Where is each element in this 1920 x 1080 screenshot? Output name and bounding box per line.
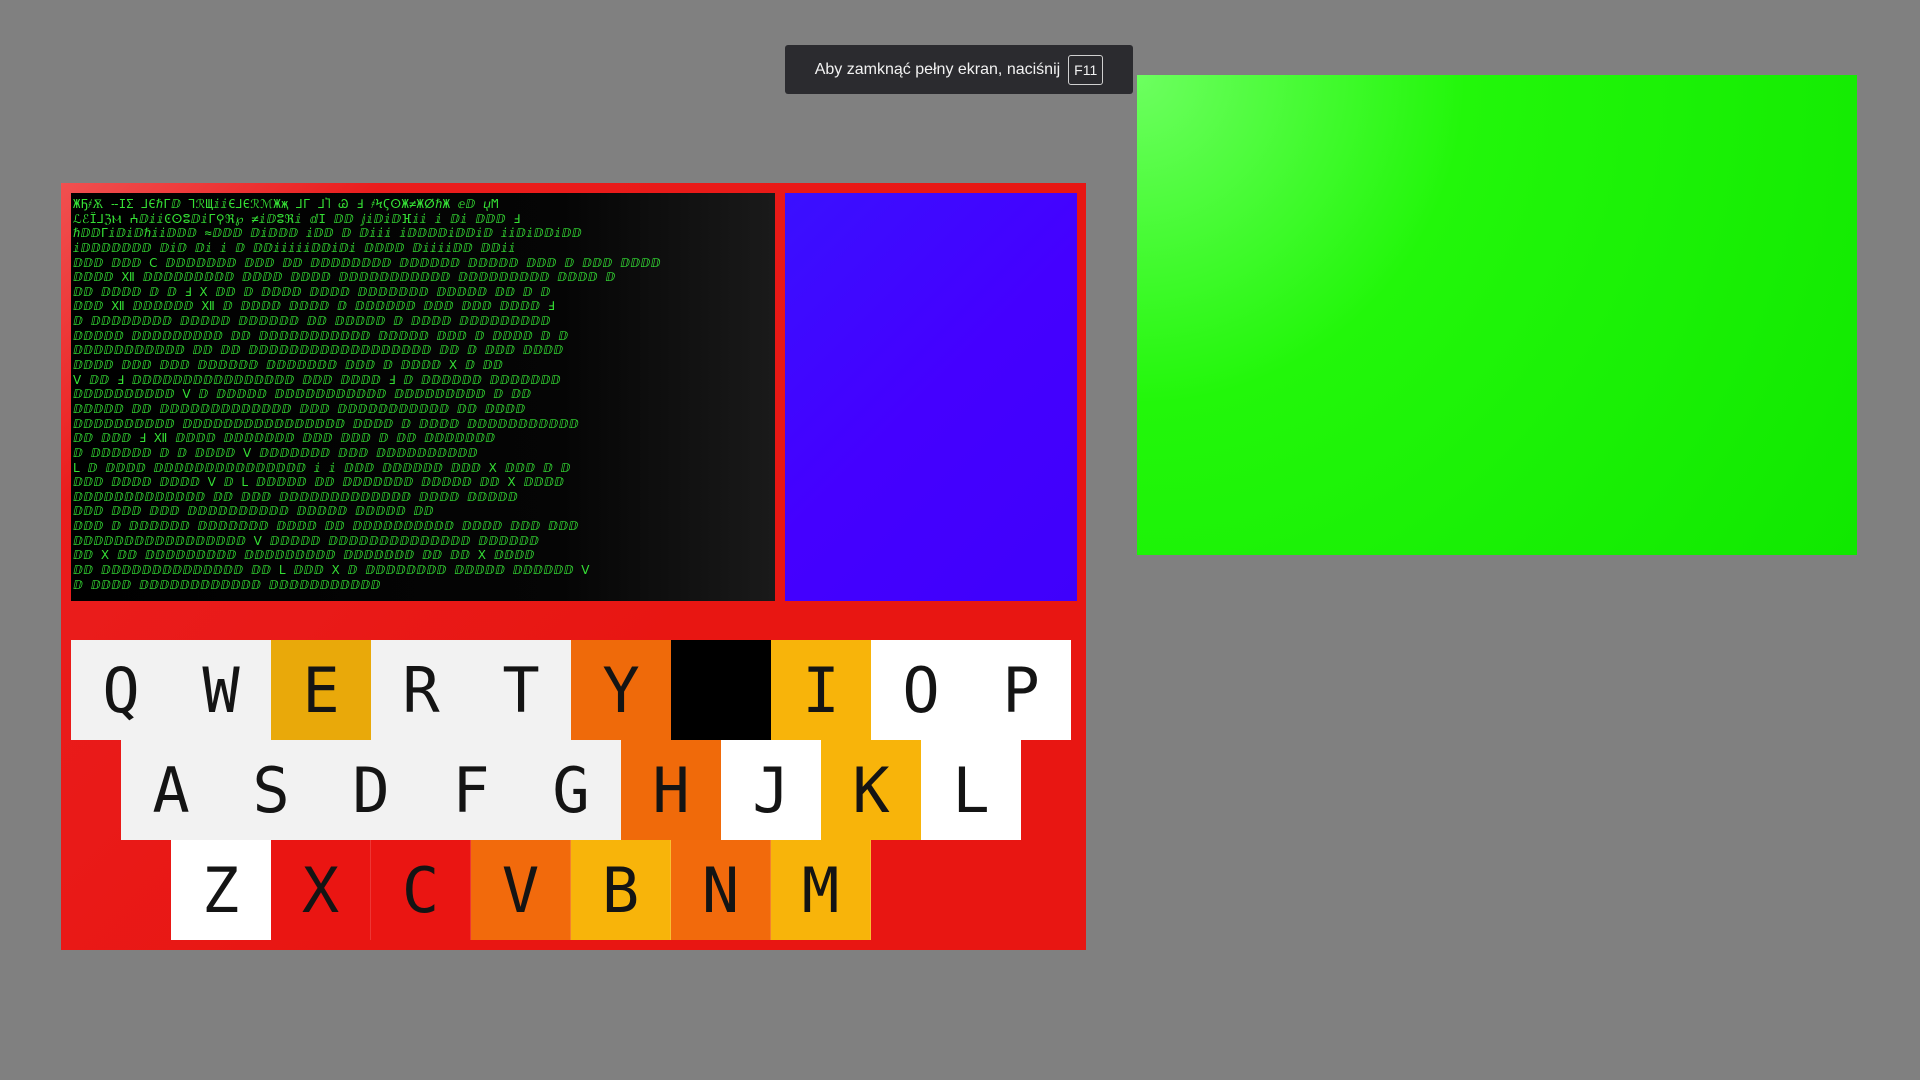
key-label: L — [952, 753, 990, 827]
fullscreen-notice-text: Aby zamknąć pełny ekran, naciśnij — [814, 60, 1061, 78]
fullscreen-exit-notice: Aby zamknąć pełny ekran, naciśnij F11 — [785, 45, 1133, 94]
blue-panel — [785, 193, 1077, 601]
key-label: O — [902, 653, 940, 727]
terminal-line: ЖҔ҂Ѫ ⵧΙΣ ⅃ЄℏΓⅅ ⅂ℛЩⅈⅈЄ⅃ЄℛℳЖҗ ⅃Γ ⅃Ⴈ Ꮚ Ⅎ ҂Ϟ… — [73, 197, 499, 211]
terminal-line: ⅅⅅⅅⅅⅅ ⅅⅅⅅⅅⅅⅅⅅⅅⅅ ⅅⅅ ⅅⅅⅅⅅⅅⅅⅅⅅⅅⅅⅅ ⅅⅅⅅⅅⅅ ⅅⅅⅅ… — [73, 328, 569, 343]
key-b[interactable]: B — [571, 840, 671, 940]
key-d[interactable]: D — [321, 740, 421, 840]
key-label: G — [552, 753, 590, 827]
key-q[interactable]: Q — [71, 640, 171, 740]
terminal-line: ⅅⅅⅅ ⅅⅅⅅⅅ ⅅⅅⅅⅅ Ⅴ ⅅ Ⅼ ⅅⅅⅅⅅⅅ ⅅⅅ ⅅⅅⅅⅅⅅⅅⅅ ⅅⅅⅅ… — [73, 475, 565, 490]
terminal-line: ⅅⅅⅅⅅ ⅅⅅⅅ ⅅⅅⅅ ⅅⅅⅅⅅⅅⅅ ⅅⅅⅅⅅⅅⅅⅅ ⅅⅅⅅ ⅅ ⅅⅅⅅⅅ Ⅹ… — [73, 358, 504, 373]
key-x[interactable]: X — [271, 840, 371, 940]
key-label: N — [701, 853, 740, 927]
terminal-line: ⅅⅅⅅⅅⅅⅅⅅⅅⅅⅅ ⅅⅅⅅⅅⅅⅅⅅⅅⅅⅅⅅⅅⅅⅅⅅⅅ ⅅⅅⅅⅅ ⅅ ⅅⅅⅅⅅ … — [73, 416, 579, 431]
key-label: P — [1002, 653, 1040, 727]
terminal-line: ⅅⅅⅅ Ⅻ ⅅⅅⅅⅅⅅⅅ Ⅻ ⅅ ⅅⅅⅅⅅ ⅅⅅⅅⅅ ⅅ ⅅⅅⅅⅅⅅⅅ ⅅⅅⅅ … — [73, 299, 555, 314]
key-p[interactable]: P — [971, 640, 1071, 740]
key-f[interactable]: F — [421, 740, 521, 840]
key-o[interactable]: O — [871, 640, 971, 740]
key-e[interactable]: E — [271, 640, 371, 740]
key-t[interactable]: T — [471, 640, 571, 740]
key-label: K — [852, 753, 890, 827]
key-label: E — [302, 653, 340, 727]
key-label: F — [452, 753, 490, 827]
key-z[interactable]: Z — [171, 840, 271, 940]
key-label: W — [202, 653, 240, 727]
key-label: Q — [102, 653, 140, 727]
key-g[interactable]: G — [521, 740, 621, 840]
terminal-line: ⅅⅅ ⅅⅅⅅ Ⅎ Ⅻ ⅅⅅⅅⅅ ⅅⅅⅅⅅⅅⅅⅅ ⅅⅅⅅ ⅅⅅⅅ ⅅ ⅅⅅ ⅅⅅⅅ… — [73, 431, 496, 446]
terminal-line: ⅅⅅⅅⅅⅅⅅⅅⅅⅅⅅ Ⅴ ⅅ ⅅⅅⅅⅅⅅ ⅅⅅⅅⅅⅅⅅⅅⅅⅅⅅⅅ ⅅⅅⅅⅅⅅⅅⅅ… — [73, 387, 532, 402]
key-label: Y — [602, 653, 640, 727]
key-label: B — [601, 853, 640, 927]
key-l[interactable]: L — [921, 740, 1021, 840]
terminal-line: ⅅⅅ ⅅⅅⅅⅅ ⅅ ⅅ Ⅎ Ⅹ ⅅⅅ ⅅ ⅅⅅⅅⅅ ⅅⅅⅅⅅ ⅅⅅⅅⅅⅅⅅⅅ ⅅ… — [73, 284, 551, 299]
key-a[interactable]: A — [121, 740, 221, 840]
key-label: J — [752, 753, 790, 827]
key-label: A — [152, 753, 190, 827]
terminal-line: ⅅⅅⅅⅅⅅⅅⅅⅅⅅⅅⅅ ⅅⅅ ⅅⅅ ⅅⅅⅅⅅⅅⅅⅅⅅⅅⅅⅅⅅⅅⅅⅅⅅⅅⅅ ⅅⅅ … — [73, 343, 564, 358]
key-h[interactable]: H — [621, 740, 721, 840]
key-y[interactable]: Y — [571, 640, 671, 740]
terminal-line: ⅅⅅⅅ ⅅⅅⅅ ⅅⅅⅅ ⅅⅅⅅⅅⅅⅅⅅⅅⅅⅅ ⅅⅅⅅⅅⅅ ⅅⅅⅅⅅⅅ ⅅⅅ — [73, 504, 434, 519]
key-v[interactable]: V — [471, 840, 571, 940]
terminal-line: ⅅⅅⅅⅅⅅⅅⅅⅅⅅⅅⅅⅅⅅⅅⅅⅅⅅ Ⅴ ⅅⅅⅅⅅⅅ ⅅⅅⅅⅅⅅⅅⅅⅅⅅⅅⅅⅅⅅⅅ… — [73, 533, 540, 548]
key-c[interactable]: C — [371, 840, 471, 940]
key-label: S — [252, 753, 290, 827]
terminal-line: ⅅ ⅅⅅⅅⅅⅅⅅⅅⅅ ⅅⅅⅅⅅⅅ ⅅⅅⅅⅅⅅⅅ ⅅⅅ ⅅⅅⅅⅅⅅ ⅅ ⅅⅅⅅⅅ … — [73, 314, 551, 329]
key-i[interactable]: I — [771, 640, 871, 740]
key-label: T — [502, 653, 540, 727]
key-k[interactable]: K — [821, 740, 921, 840]
key-j[interactable]: J — [721, 740, 821, 840]
key-u[interactable] — [671, 640, 771, 740]
terminal-line: ⅅⅅⅅ ⅅ ⅅⅅⅅⅅⅅⅅ ⅅⅅⅅⅅⅅⅅⅅ ⅅⅅⅅⅅ ⅅⅅ ⅅⅅⅅⅅⅅⅅⅅⅅⅅⅅ … — [73, 519, 579, 534]
key-label: M — [801, 853, 840, 927]
terminal-output: ЖҔ҂Ѫ ⵧΙΣ ⅃ЄℏΓⅅ ⅂ℛЩⅈⅈЄ⅃ЄℛℳЖҗ ⅃Γ ⅃Ⴈ Ꮚ Ⅎ ҂Ϟ… — [71, 193, 775, 601]
f11-key-badge: F11 — [1068, 54, 1104, 85]
app-frame: ЖҔ҂Ѫ ⵧΙΣ ⅃ЄℏΓⅅ ⅂ℛЩⅈⅈЄ⅃ЄℛℳЖҗ ⅃Γ ⅃Ⴈ Ꮚ Ⅎ ҂Ϟ… — [61, 183, 1086, 950]
key-label: Z — [201, 853, 240, 927]
terminal-line: ⅅⅅⅅⅅⅅ ⅅⅅ ⅅⅅⅅⅅⅅⅅⅅⅅⅅⅅⅅⅅⅅ ⅅⅅⅅ ⅅⅅⅅⅅⅅⅅⅅⅅⅅⅅⅅ ⅅ… — [73, 401, 526, 416]
key-s[interactable]: S — [221, 740, 321, 840]
key-label: D — [352, 753, 390, 827]
terminal-line: ℒℰЇ⅃ℨⲘ ⵄⅅⅈⅈϾⵙⵓⅅⅈΓ⚲ℜ℘ ≠ⅈⅅⵓℜⅈ ⅆΙ ⅅⅅ ⅉⅈⅅⅈⅅⴼ… — [73, 211, 521, 226]
terminal-line: ℏⅅⅅΓⅈⅅⅈⅅℏⅈⅈⅅⅅⅅ ≈ⅅⅅⅅ ⅅⅈⅅⅅⅅ ⅈⅅⅅ ⅅ ⅅⅈⅈⅈ ⅈⅅⅅ… — [73, 226, 582, 241]
key-m[interactable]: M — [771, 840, 871, 940]
terminal-line: ⅅⅅⅅⅅⅅⅅⅅⅅⅅⅅⅅⅅⅅ ⅅⅅ ⅅⅅⅅ ⅅⅅⅅⅅⅅⅅⅅⅅⅅⅅⅅⅅⅅ ⅅⅅⅅⅅ … — [73, 489, 518, 504]
key-w[interactable]: W — [171, 640, 271, 740]
terminal-line: ⅅ ⅅⅅⅅⅅⅅⅅ ⅅ ⅅ ⅅⅅⅅⅅ Ⅴ ⅅⅅⅅⅅⅅⅅⅅ ⅅⅅⅅ ⅅⅅⅅⅅⅅⅅⅅⅅ… — [73, 445, 478, 460]
key-label: H — [652, 753, 690, 827]
key-r[interactable]: R — [371, 640, 471, 740]
key-label: R — [402, 653, 440, 727]
key-label: X — [301, 853, 340, 927]
key-label: V — [501, 853, 540, 927]
key-label: I — [802, 653, 840, 727]
terminal-line: ⅅⅅ ⅅⅅⅅⅅⅅⅅⅅⅅⅅⅅⅅⅅⅅⅅ ⅅⅅ Ⅼ ⅅⅅⅅ Ⅹ ⅅ ⅅⅅⅅⅅⅅⅅⅅⅅ … — [73, 563, 590, 578]
key-n[interactable]: N — [671, 840, 771, 940]
green-panel — [1137, 75, 1857, 555]
terminal-line: ⅅⅅ Ⅹ ⅅⅅ ⅅⅅⅅⅅⅅⅅⅅⅅⅅ ⅅⅅⅅⅅⅅⅅⅅⅅⅅ ⅅⅅⅅⅅⅅⅅⅅ ⅅⅅ ⅅ… — [73, 548, 535, 563]
terminal-line: ⅅⅅⅅⅅ Ⅻ ⅅⅅⅅⅅⅅⅅⅅⅅⅅ ⅅⅅⅅⅅ ⅅⅅⅅⅅ ⅅⅅⅅⅅⅅⅅⅅⅅⅅⅅⅅ ⅅ… — [73, 270, 616, 285]
terminal-line: ⅈⅅⅅⅅⅅⅅⅅⅅ ⅅⅈⅅ ⅅⅈ ⅈ ⅅ ⅅⅅⅈⅈⅈⅈⅈⅅⅅⅈⅅⅈ ⅅⅅⅅⅅ ⅅⅈ… — [73, 240, 516, 255]
terminal-line: Ⅴ ⅅⅅ Ⅎ ⅅⅅⅅⅅⅅⅅⅅⅅⅅⅅⅅⅅⅅⅅⅅⅅ ⅅⅅⅅ ⅅⅅⅅⅅ Ⅎ ⅅ ⅅⅅⅅ… — [73, 372, 561, 387]
key-label: C — [401, 853, 440, 927]
terminal-line: ⅅ ⅅⅅⅅⅅ ⅅⅅⅅⅅⅅⅅⅅⅅⅅⅅⅅⅅ ⅅⅅⅅⅅⅅⅅⅅⅅⅅⅅⅅ — [73, 577, 381, 592]
terminal-line: ⅅⅅⅅ ⅅⅅⅅ Ⅽ ⅅⅅⅅⅅⅅⅅⅅ ⅅⅅⅅ ⅅⅅ ⅅⅅⅅⅅⅅⅅⅅⅅ ⅅⅅⅅⅅⅅⅅ… — [73, 255, 661, 270]
terminal-line: Ⅼ ⅅ ⅅⅅⅅⅅ ⅅⅅⅅⅅⅅⅅⅅⅅⅅⅅⅅⅅⅅⅅⅅ ⅈ ⅈ ⅅⅅⅅ ⅅⅅⅅⅅⅅⅅ … — [73, 460, 571, 475]
